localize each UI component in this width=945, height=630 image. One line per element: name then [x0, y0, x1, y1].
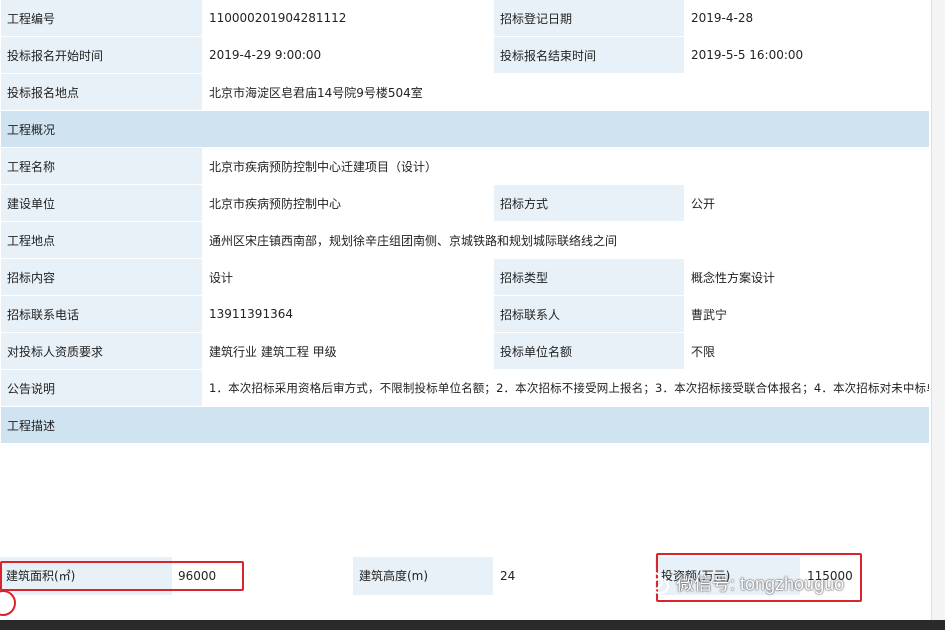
- table-row: 对投标人资质要求 建筑行业 建筑工程 甲级 投标单位名额 不限: [1, 333, 929, 369]
- section-row: 工程概况: [1, 111, 929, 147]
- tender-info-table: 工程编号 110000201904281112 招标登记日期 2019-4-28…: [0, 0, 930, 444]
- table-row: 招标联系电话 13911391364 招标联系人 曹武宁: [1, 296, 929, 332]
- field-label: 公告说明: [1, 370, 202, 406]
- field-label: 招标方式: [494, 185, 684, 221]
- field-label: 工程地点: [1, 222, 202, 258]
- building-height-value: 24: [494, 557, 654, 595]
- section-row: 工程描述: [1, 407, 929, 443]
- signup-start-value: 2019-4-29 9:00:00: [203, 37, 493, 73]
- registration-date-value: 2019-4-28: [685, 0, 929, 36]
- table-row: 工程名称 北京市疾病预防控制中心迁建项目（设计）: [1, 148, 929, 184]
- notice-text: 1．本次招标采用资格后审方式，不限制投标单位名额；2．本次招标不接受网上报名；3…: [203, 370, 929, 406]
- field-label: 对投标人资质要求: [1, 333, 202, 369]
- overview-section-title: 工程概况: [1, 111, 929, 147]
- watermark-text: 微信号: tongzhouguo: [676, 574, 845, 594]
- bid-type-value: 概念性方案设计: [685, 259, 929, 295]
- area-highlight-box: [0, 561, 244, 591]
- bidder-limit-value: 不限: [685, 333, 929, 369]
- field-label: 招标联系人: [494, 296, 684, 332]
- wechat-watermark: 微信号: tongzhouguo: [640, 568, 844, 598]
- table-row: 投标报名地点 北京市海淀区皂君庙14号院9号楼504室: [1, 74, 929, 110]
- field-label: 工程名称: [1, 148, 202, 184]
- building-height-label: 建筑高度(m): [353, 557, 493, 595]
- table-row: 工程地点 通州区宋庄镇西南部，规划徐辛庄组团南侧、京城铁路和规划城际联络线之间: [1, 222, 929, 258]
- contact-person-value: 曹武宁: [685, 296, 929, 332]
- field-label: 工程编号: [1, 0, 202, 36]
- field-label: 投标报名开始时间: [1, 37, 202, 73]
- field-label: 招标登记日期: [494, 0, 684, 36]
- field-label: 投标报名地点: [1, 74, 202, 110]
- bid-content-value: 设计: [203, 259, 493, 295]
- field-label: 招标内容: [1, 259, 202, 295]
- table-row: 招标内容 设计 招标类型 概念性方案设计: [1, 259, 929, 295]
- signup-place-value: 北京市海淀区皂君庙14号院9号楼504室: [203, 74, 929, 110]
- table-row: 工程编号 110000201904281112 招标登记日期 2019-4-28: [1, 0, 929, 36]
- qualification-value: 建筑行业 建筑工程 甲级: [203, 333, 493, 369]
- tender-info-page: 工程编号 110000201904281112 招标登记日期 2019-4-28…: [0, 0, 945, 630]
- taskbar-strip: [0, 620, 945, 630]
- field-label: 招标类型: [494, 259, 684, 295]
- contact-phone-value: 13911391364: [203, 296, 493, 332]
- vertical-scrollbar[interactable]: [931, 0, 945, 620]
- table-row: 投标报名开始时间 2019-4-29 9:00:00 投标报名结束时间 2019…: [1, 37, 929, 73]
- description-section-title: 工程描述: [1, 407, 929, 443]
- signup-end-value: 2019-5-5 16:00:00: [685, 37, 929, 73]
- bid-method-value: 公开: [685, 185, 929, 221]
- table-row: 建设单位 北京市疾病预防控制中心 招标方式 公开: [1, 185, 929, 221]
- field-label: 投标单位名额: [494, 333, 684, 369]
- field-label: 招标联系电话: [1, 296, 202, 332]
- project-name-value: 北京市疾病预防控制中心迁建项目（设计）: [203, 148, 929, 184]
- wechat-icon: [641, 571, 669, 594]
- location-value: 通州区宋庄镇西南部，规划徐辛庄组团南侧、京城铁路和规划城际联络线之间: [203, 222, 929, 258]
- field-label: 建设单位: [1, 185, 202, 221]
- project-number-value: 110000201904281112: [203, 0, 493, 36]
- builder-value: 北京市疾病预防控制中心: [203, 185, 493, 221]
- table-row: 公告说明 1．本次招标采用资格后审方式，不限制投标单位名额；2．本次招标不接受网…: [1, 370, 929, 406]
- field-label: 投标报名结束时间: [494, 37, 684, 73]
